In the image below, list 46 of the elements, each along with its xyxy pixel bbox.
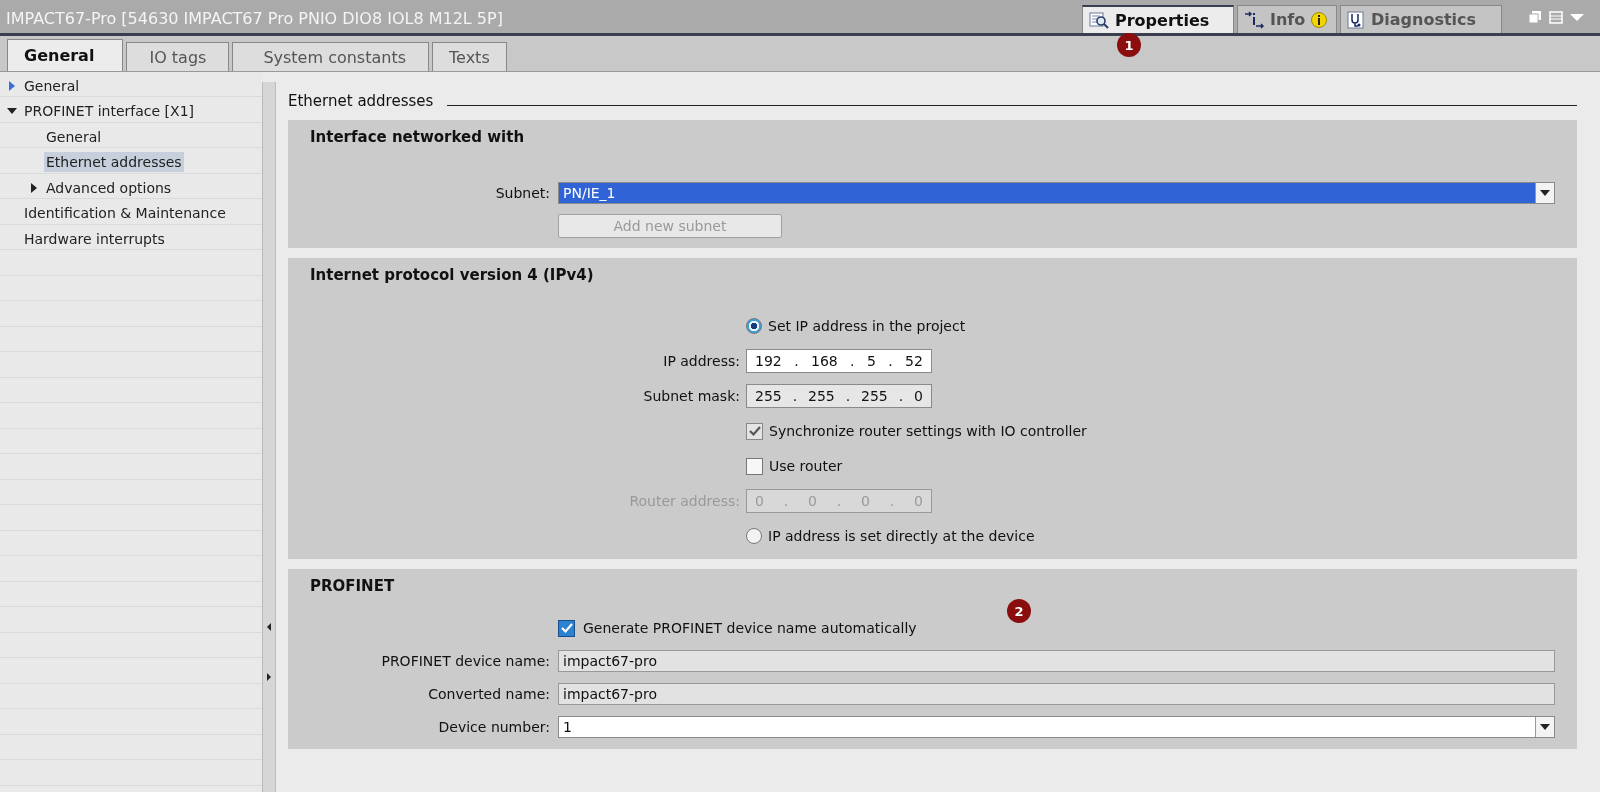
checkbox-label: Use router — [769, 458, 843, 474]
option-label: Set IP address in the project — [768, 318, 966, 334]
info-icon — [1311, 11, 1328, 28]
text-field[interactable]: impact67-pro — [558, 683, 1555, 705]
tree-item[interactable]: Advanced options — [44, 177, 174, 198]
tree-item[interactable]: Hardware interrupts — [22, 228, 167, 249]
checkbox-label: Generate PROFINET device name automatically — [583, 620, 917, 636]
field-label: IP address: — [662, 353, 740, 369]
view-tab[interactable]: Info — [1237, 5, 1337, 33]
view-tab[interactable]: Diagnostics — [1340, 5, 1502, 33]
expand-right-icon[interactable] — [266, 670, 272, 684]
tab[interactable]: IO tags — [126, 42, 230, 71]
tree-item[interactable]: General — [44, 126, 104, 147]
option-label: IP address is set directly at the device — [768, 528, 1035, 544]
tree-item[interactable]: Identification & Maintenance — [22, 203, 228, 224]
stethoscope-icon — [1347, 10, 1365, 29]
view-tab[interactable]: Properties — [1082, 5, 1234, 33]
section-title: PROFINET — [310, 577, 396, 597]
subnet-dropdown[interactable]: PN/IE_1 — [558, 182, 1555, 204]
ip-address-field[interactable]: 255 . 255 . 255 . 0 — [746, 384, 932, 408]
radio-button[interactable] — [746, 528, 762, 544]
magnifier-document-icon — [1089, 11, 1109, 29]
field-label: PROFINET device name: — [380, 653, 550, 669]
field-label: Device number: — [437, 719, 550, 735]
window-title: IMPACT67-Pro [54630 IMPACT67 Pro PNIO DIO8 IOL8 M12L 5P] — [6, 9, 503, 28]
tab[interactable]: Texts — [432, 42, 507, 71]
tree-item[interactable]: Ethernet addresses — [44, 152, 184, 173]
checkbox-label: Synchronize router settings with IO controller — [769, 423, 1087, 439]
tab[interactable]: General — [7, 39, 124, 71]
radio-button[interactable] — [746, 318, 762, 334]
ip-address-field[interactable]: 192 . 168 . 5 . 52 — [746, 349, 932, 373]
checkbox[interactable] — [746, 457, 763, 475]
section-title: Interface networked with — [310, 128, 526, 148]
text-field[interactable]: impact67-pro — [558, 650, 1555, 672]
checkbox[interactable] — [558, 619, 575, 637]
tree-item[interactable]: General — [22, 75, 82, 96]
device-number-dropdown[interactable]: 1 — [558, 716, 1555, 738]
field-label: Subnet: — [494, 185, 550, 201]
field-label: Converted name: — [427, 686, 550, 702]
section-title: Internet protocol version 4 (IPv4) — [310, 266, 595, 286]
tab[interactable]: System constants — [232, 42, 429, 71]
field-label: Subnet mask: — [642, 388, 740, 404]
ip-address-field: 0 . 0 . 0 . 0 — [746, 489, 932, 513]
section-heading: Ethernet addresses — [288, 92, 434, 110]
tree-item[interactable]: PROFINET interface [X1] — [22, 101, 196, 122]
info-arrows-icon — [1244, 10, 1264, 29]
